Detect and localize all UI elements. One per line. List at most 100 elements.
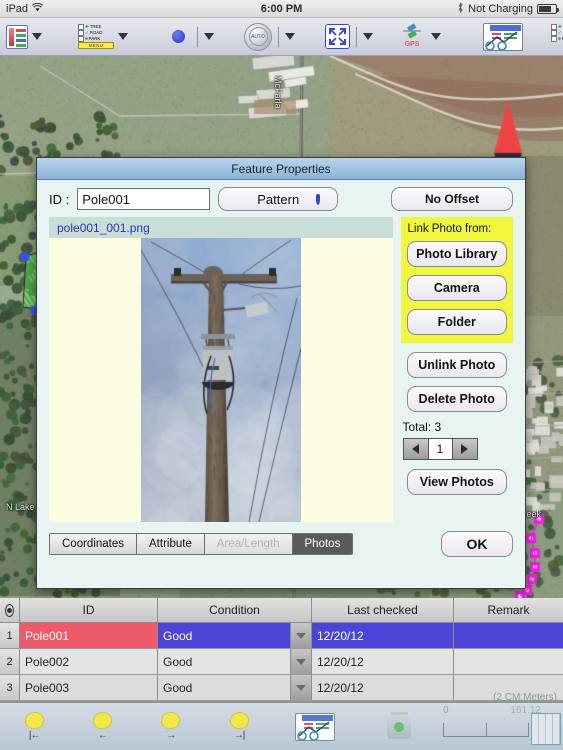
row-number: 1 xyxy=(0,623,20,648)
condition-dropdown-icon[interactable] xyxy=(290,623,311,648)
ok-button-label: OK xyxy=(466,536,488,552)
folder-button[interactable]: Folder xyxy=(406,309,507,335)
nav-prev-record[interactable]: ← xyxy=(68,703,136,750)
table-row[interactable]: 3 Pole003 Good 12/20/12 xyxy=(0,675,563,701)
scale-bar-graphic xyxy=(443,723,529,737)
photo-viewer[interactable] xyxy=(49,238,393,522)
expand-icon[interactable] xyxy=(325,24,350,49)
tab-area-length-label: Area/Length xyxy=(216,538,280,550)
table-row[interactable]: 2 Pole002 Good 12/20/12 xyxy=(0,649,563,675)
dialog-body: pole001_001.png Link Photo from: Photo L… xyxy=(37,217,525,522)
marker-pin-icon xyxy=(316,194,321,205)
cell-condition-value: Good xyxy=(163,680,193,695)
battery-icon xyxy=(537,3,559,14)
legend-menu-label: MENU xyxy=(78,41,114,49)
cell-id[interactable]: Pole001 xyxy=(20,623,158,648)
main-toolbar: ✚ TREE ✓ ROAD ■ PARK MENU AUTO GPS ✚ ✓ ■ xyxy=(0,18,563,56)
bottom-toolbar: |← ← → →| (2 CM:Meters) 0 161.12 xyxy=(0,692,563,750)
layer-list-icon[interactable] xyxy=(6,24,28,49)
toolbar-group-legend: ✚ TREE ✓ ROAD ■ PARK MENU xyxy=(78,23,132,50)
photo-library-label: Photo Library xyxy=(416,247,498,261)
ok-button[interactable]: OK xyxy=(441,531,513,557)
column-header-remark[interactable]: Remark xyxy=(454,598,563,622)
gps-dropdown-caret[interactable] xyxy=(431,33,441,40)
record-blob-icon xyxy=(93,712,111,728)
dialog-tabs: Coordinates Attribute Area/Length Photos xyxy=(49,533,354,555)
tab-attribute-label: Attribute xyxy=(149,538,192,550)
scale-min-label: 0 xyxy=(443,705,449,716)
photo-prev-button[interactable] xyxy=(403,439,428,459)
condition-dropdown-icon[interactable] xyxy=(290,675,311,700)
layer-checklist-icon[interactable]: ✚TREE ✓ROAD ■PARK xyxy=(551,23,563,50)
point-marker-dropdown-caret[interactable] xyxy=(204,33,214,40)
legend-row-1: ROAD xyxy=(89,30,103,35)
nav-first-record[interactable]: |← xyxy=(0,703,68,750)
layer-list-dropdown-caret[interactable] xyxy=(32,33,42,40)
delete-photo-button[interactable]: Delete Photo xyxy=(406,386,507,412)
column-header-last-checked[interactable]: Last checked xyxy=(312,598,454,622)
photo-actions-panel: Link Photo from: Photo Library Camera Fo… xyxy=(400,217,513,522)
visibility-eye-icon[interactable] xyxy=(0,598,20,622)
record-blob-icon xyxy=(162,712,180,728)
toolbar-group-chart xyxy=(483,22,523,51)
cell-remark[interactable] xyxy=(454,623,563,648)
column-header-id[interactable]: ID xyxy=(20,598,158,622)
cell-last-checked[interactable]: 12/20/12 xyxy=(312,675,454,700)
gps-icon[interactable]: GPS xyxy=(397,23,427,50)
unlink-photo-button[interactable]: Unlink Photo xyxy=(406,352,507,378)
toolbar-group-layers xyxy=(6,24,46,49)
photo-library-button[interactable]: Photo Library xyxy=(406,241,507,267)
nav-last-arrow: →| xyxy=(233,729,246,741)
id-input[interactable] xyxy=(77,188,211,210)
dialog-id-row: ID : Pattern No Offset xyxy=(37,180,525,217)
map-label-n-lake: N Lake xyxy=(6,502,35,512)
toolbar-group-expand xyxy=(325,24,377,49)
photo-filename: pole001_001.png xyxy=(49,217,393,238)
scale-grid-icon[interactable] xyxy=(531,713,561,745)
cell-condition[interactable]: Good xyxy=(158,623,312,648)
pattern-button-label: Pattern xyxy=(257,191,300,207)
map-label-mcfarland: McFarla xyxy=(273,76,283,109)
cell-id[interactable]: Pole003 xyxy=(20,675,158,700)
cell-condition[interactable]: Good xyxy=(158,649,312,674)
feature-properties-dialog: Feature Properties ID : Pattern No Offse… xyxy=(36,157,526,589)
tab-photos[interactable]: Photos xyxy=(292,534,353,554)
toolbar-separator-2 xyxy=(278,26,279,47)
auto-circle-icon[interactable]: AUTO xyxy=(244,22,272,51)
view-photos-button[interactable]: View Photos xyxy=(406,469,507,495)
legend-row-2: PARK xyxy=(88,36,101,41)
toolbar-group-point xyxy=(172,26,218,47)
trash-icon[interactable] xyxy=(357,703,441,750)
toolbar-group-checklist: ✚TREE ✓ROAD ■PARK xyxy=(551,23,563,50)
chart-window-icon[interactable] xyxy=(483,22,523,51)
table-body: 1 Pole001 Good 12/20/12 2 Pole002 Good 1… xyxy=(0,623,563,701)
cell-id[interactable]: Pole002 xyxy=(20,649,158,674)
delete-photo-label: Delete Photo xyxy=(418,392,495,406)
legend-menu-icon[interactable]: ✚ TREE ✓ ROAD ■ PARK MENU xyxy=(78,23,114,50)
photo-index-stepper[interactable]: 1 xyxy=(402,438,478,460)
column-header-condition[interactable]: Condition xyxy=(158,598,312,622)
cell-last-checked[interactable]: 12/20/12 xyxy=(312,649,454,674)
table-row[interactable]: 1 Pole001 Good 12/20/12 xyxy=(0,623,563,649)
no-offset-button[interactable]: No Offset xyxy=(391,187,513,211)
cell-remark[interactable] xyxy=(454,649,563,674)
toolbar-group-gps: GPS xyxy=(397,23,445,50)
auto-dropdown-caret[interactable] xyxy=(285,33,295,40)
row-number: 3 xyxy=(0,675,20,700)
photo-next-button[interactable] xyxy=(452,439,477,459)
nav-next-record[interactable]: → xyxy=(137,703,205,750)
view-photos-label: View Photos xyxy=(419,475,494,489)
point-marker-icon[interactable] xyxy=(172,30,185,43)
tab-attribute[interactable]: Attribute xyxy=(137,534,205,554)
cell-last-checked[interactable]: 12/20/12 xyxy=(312,623,454,648)
nav-last-record[interactable]: →| xyxy=(205,703,273,750)
legend-dropdown-caret[interactable] xyxy=(118,33,128,40)
chart-window-icon[interactable] xyxy=(273,703,357,750)
condition-dropdown-icon[interactable] xyxy=(290,649,311,674)
pattern-button[interactable]: Pattern xyxy=(218,187,339,211)
cell-condition[interactable]: Good xyxy=(158,675,312,700)
expand-dropdown-caret[interactable] xyxy=(363,33,373,40)
tab-coordinates[interactable]: Coordinates xyxy=(50,534,138,554)
camera-button[interactable]: Camera xyxy=(406,275,507,301)
utility-pole-photo xyxy=(140,238,301,522)
